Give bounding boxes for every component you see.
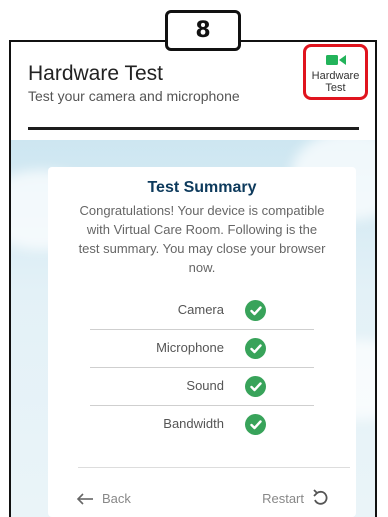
step-number-badge: 8 xyxy=(165,10,241,51)
back-label: Back xyxy=(102,491,131,506)
hardware-test-label-line1: Hardware xyxy=(311,70,360,82)
back-button[interactable]: Back xyxy=(76,491,131,506)
check-circle-icon xyxy=(245,376,266,397)
summary-message: Congratulations! Your device is compatib… xyxy=(58,201,346,277)
page-subtitle: Test your camera and microphone xyxy=(28,88,240,104)
summary-line: test summary. You may close your browser xyxy=(78,241,326,256)
result-row-camera: Camera xyxy=(90,292,314,330)
result-label: Bandwidth xyxy=(163,416,224,431)
result-row-sound: Sound xyxy=(90,368,314,406)
check-circle-icon xyxy=(245,300,266,321)
summary-title: Test Summary xyxy=(147,179,257,196)
arrow-left-icon xyxy=(76,492,93,505)
summary-line: Congratulations! Your device is compatib… xyxy=(79,203,325,218)
summary-line: with Virtual Care Room. Following is the xyxy=(86,222,318,237)
hardware-test-button[interactable]: Hardware Test xyxy=(303,44,368,100)
result-row-bandwidth: Bandwidth xyxy=(90,406,314,444)
hardware-test-label-line2: Test xyxy=(325,82,346,94)
page-title: Hardware Test xyxy=(28,62,164,85)
frame-border-right xyxy=(375,40,377,517)
video-camera-icon xyxy=(325,55,346,65)
summary-line: now. xyxy=(188,260,216,275)
result-label: Sound xyxy=(186,378,224,393)
device-frame: Hardware Test Test your camera and micro… xyxy=(0,0,388,517)
header-divider xyxy=(28,127,359,130)
test-summary-card: Test Summary Congratulations! Your devic… xyxy=(48,167,356,517)
result-label: Microphone xyxy=(156,340,224,355)
restart-button[interactable]: Restart xyxy=(262,489,328,507)
check-circle-icon xyxy=(245,338,266,359)
footer-divider xyxy=(78,467,350,468)
app-header: Hardware Test Test your camera and micro… xyxy=(11,42,375,124)
restart-icon xyxy=(313,489,328,505)
result-label: Camera xyxy=(177,302,224,317)
restart-label: Restart xyxy=(262,490,304,506)
check-circle-icon xyxy=(245,414,266,435)
result-row-microphone: Microphone xyxy=(90,330,314,368)
